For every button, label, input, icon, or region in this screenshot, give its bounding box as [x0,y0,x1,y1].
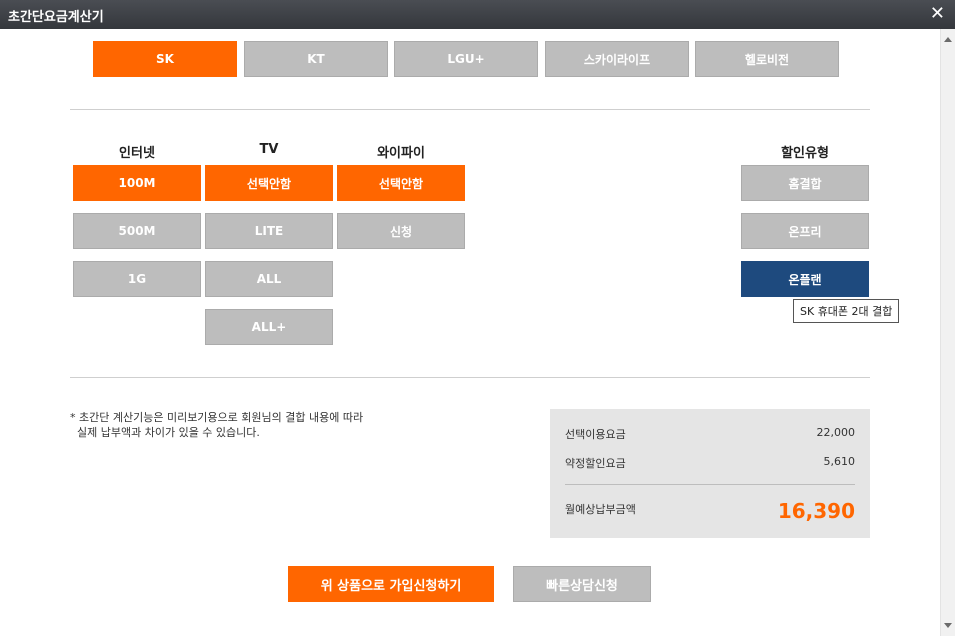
wifi-option-none[interactable]: 선택안함 [337,165,465,201]
total-value: 16,390 [777,499,855,523]
title-bar: 초간단요금계산기 ✕ [0,0,955,29]
carrier-tab-kt[interactable]: KT [244,41,388,77]
vertical-scrollbar[interactable] [940,29,955,636]
total-row: 월예상납부금액 16,390 [565,499,855,523]
scroll-down-icon[interactable] [944,623,952,628]
total-label: 월예상납부금액 [565,503,636,516]
summary-divider [565,484,855,485]
selected-fee-label: 선택이용요금 [565,428,626,441]
internet-option-1g[interactable]: 1G [73,261,201,297]
divider [70,377,870,378]
discount-header: 할인유형 [781,146,829,161]
fee-summary-panel: 선택이용요금 22,000 약정할인요금 5,610 월예상납부금액 16,39… [550,409,870,538]
quick-consult-button[interactable]: 빠른상담신청 [513,566,651,602]
divider [70,109,870,110]
window-title: 초간단요금계산기 [8,10,104,25]
discount-option-onfree[interactable]: 온프리 [741,213,869,249]
tv-option-none[interactable]: 선택안함 [205,165,333,201]
apply-button[interactable]: 위 상품으로 가입신청하기 [288,566,494,602]
discount-option-home[interactable]: 홈결합 [741,165,869,201]
discount-option-onplan[interactable]: 온플랜 [741,261,869,297]
scroll-up-icon[interactable] [944,37,952,42]
contract-discount-row: 약정할인요금 5,610 [565,455,855,471]
carrier-tab-sk[interactable]: SK [93,41,237,77]
disclaimer-note: * 초간단 계산기능은 미리보기용으로 회원님의 결합 내용에 따라 실제 납부… [70,410,363,440]
wifi-option-apply[interactable]: 신청 [337,213,465,249]
contract-discount-label: 약정할인요금 [565,457,626,470]
carrier-tab-lgu[interactable]: LGU+ [394,41,538,77]
selected-fee-value: 22,000 [816,426,856,439]
tv-option-all[interactable]: ALL [205,261,333,297]
selected-fee-row: 선택이용요금 22,000 [565,426,855,442]
internet-option-500m[interactable]: 500M [73,213,201,249]
tv-option-lite[interactable]: LITE [205,213,333,249]
carrier-tab-skylife[interactable]: 스카이라이프 [545,41,689,77]
discount-tooltip: SK 휴대폰 2대 결합 [793,299,900,323]
carrier-tab-hellovision[interactable]: 헬로비전 [695,41,839,77]
contract-discount-value: 5,610 [823,455,856,468]
close-icon[interactable]: ✕ [930,3,945,24]
internet-option-100m[interactable]: 100M [73,165,201,201]
internet-header: 인터넷 [119,146,155,161]
wifi-header: 와이파이 [377,146,425,161]
tv-header: TV [259,142,279,157]
disclaimer-line-1: * 초간단 계산기능은 미리보기용으로 회원님의 결합 내용에 따라 [70,411,364,424]
tv-option-all-plus[interactable]: ALL+ [205,309,333,345]
disclaimer-line-2: 실제 납부액과 차이가 있을 수 있습니다. [77,426,260,439]
